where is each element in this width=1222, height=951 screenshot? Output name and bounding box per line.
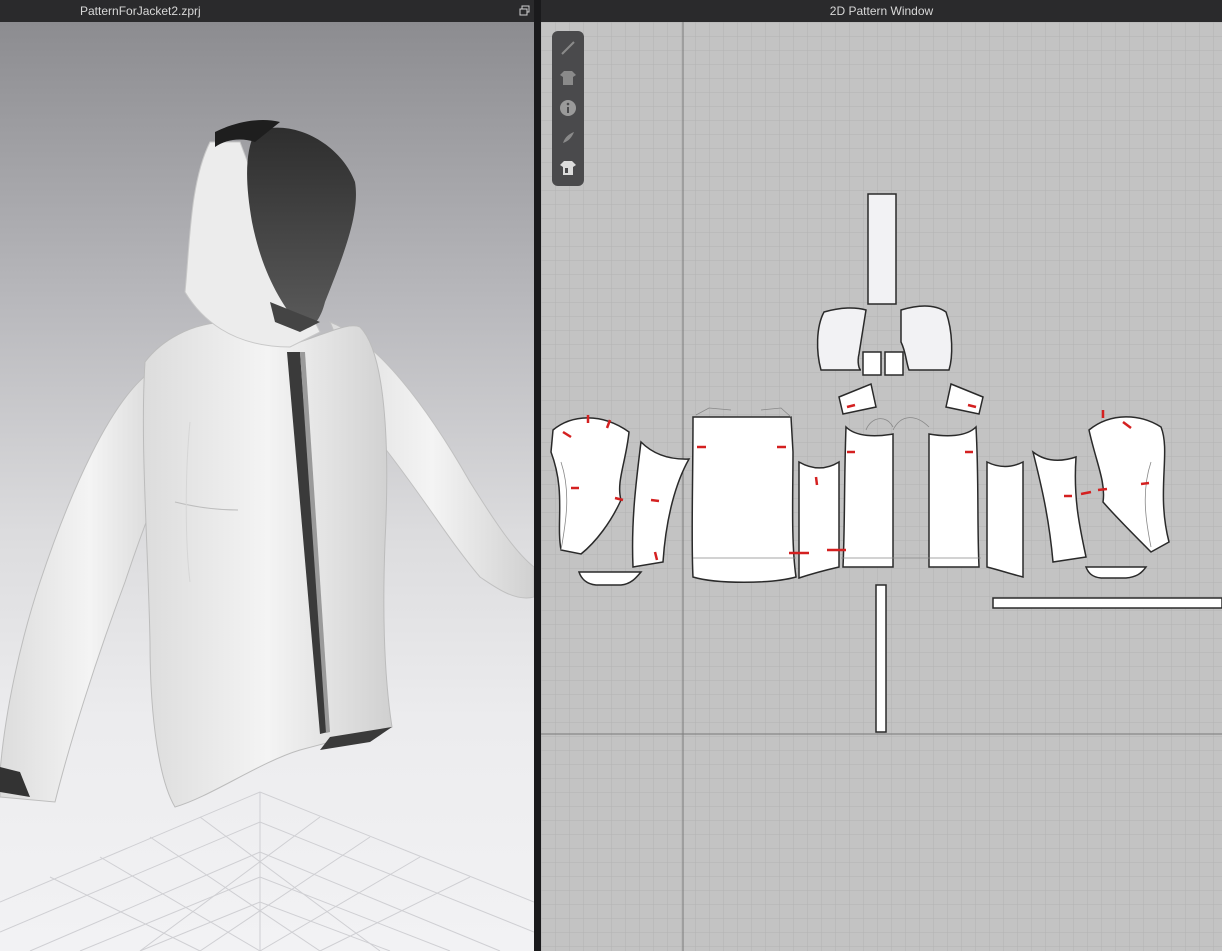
pattern-piece-side-right	[986, 460, 1024, 578]
pattern-2d-title: 2D Pattern Window	[829, 4, 934, 18]
pattern-piece-back	[691, 416, 797, 583]
pattern-2d-canvas[interactable]	[541, 22, 1222, 951]
pattern-piece-tab-left	[862, 351, 882, 376]
pattern-piece-hood-left	[816, 307, 867, 371]
pattern-toolbox	[552, 31, 584, 186]
pattern-piece-tab-right	[884, 351, 904, 376]
garment-3d-render	[0, 120, 534, 951]
pattern-2d-titlebar: 2D Pattern Window	[541, 0, 1222, 22]
pattern-piece-zip-strip	[875, 584, 887, 733]
pattern-piece-side-left	[798, 460, 840, 580]
viewport-3d[interactable]	[0, 22, 534, 951]
seam-line-icon[interactable]	[558, 38, 578, 58]
restore-window-icon[interactable]	[519, 5, 530, 16]
fabric-icon[interactable]	[558, 128, 578, 148]
floor-grid	[0, 791, 534, 951]
garment-icon[interactable]	[558, 68, 578, 88]
pattern-grid	[541, 22, 1222, 951]
pattern-piece-front-left	[842, 425, 894, 568]
viewport-3d-titlebar: PatternForJacket2.zprj	[0, 0, 534, 22]
pattern-piece-hem-band	[992, 597, 1222, 609]
window-splitter[interactable]	[534, 0, 541, 951]
pattern-piece-hood-right	[900, 305, 953, 371]
pattern-piece-front-right	[928, 425, 980, 568]
avatar-garment-icon[interactable]	[558, 158, 578, 178]
info-icon[interactable]	[558, 98, 578, 118]
pattern-piece-hood-strip	[867, 193, 897, 305]
viewport-3d-title: PatternForJacket2.zprj	[80, 4, 201, 18]
